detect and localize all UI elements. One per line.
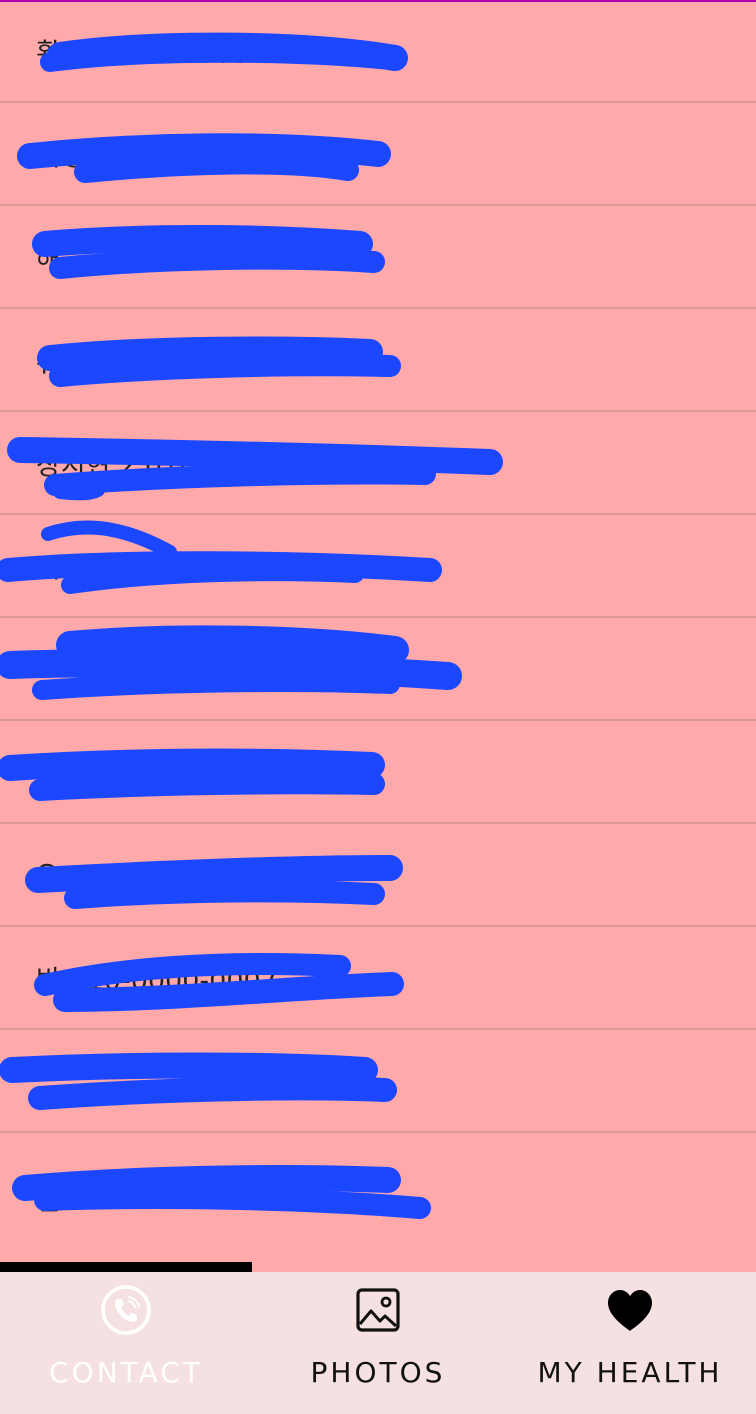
- contact-row[interactable]: 황지현 010-2000-0000: [0, 0, 756, 103]
- contact-name: 이 010-0000-7000: [36, 553, 278, 584]
- contact-name: 황지현 010-2000-0000: [36, 38, 328, 69]
- contact-row[interactable]: [0, 1030, 756, 1133]
- contact-name: 해: [36, 244, 61, 275]
- contact-name: 이정한 010-0000-0000: [36, 141, 328, 172]
- contact-row[interactable]: 반 010-0000-0007: [0, 927, 756, 1030]
- contact-row[interactable]: 장지현 2 010-2341-7000: [0, 412, 756, 515]
- contact-row[interactable]: 유주빈: [0, 309, 756, 412]
- tab-contact[interactable]: CONTACT: [0, 1272, 252, 1414]
- contact-row[interactable]: 이정한 010-0000-0000: [0, 103, 756, 206]
- contact-row[interactable]: 이 010-0000-7000: [0, 515, 756, 618]
- contact-row[interactable]: C: [0, 824, 756, 927]
- contact-list[interactable]: 황지현 010-2000-0000 이정한 010-0000-0000 해 유주…: [0, 0, 756, 1262]
- contact-name: 반 010-0000-0007: [36, 965, 278, 996]
- tab-photos[interactable]: PHOTOS: [252, 1272, 504, 1414]
- tab-contact-label: CONTACT: [49, 1356, 203, 1389]
- contact-row[interactable]: 김: [0, 1133, 756, 1262]
- contact-name: C: [36, 859, 55, 890]
- heart-icon: [608, 1290, 652, 1331]
- tab-my-health[interactable]: MY HEALTH: [504, 1272, 756, 1414]
- image-icon: [356, 1288, 400, 1332]
- bottom-tab-bar: CONTACT PHOTOS MY HEALTH: [0, 1272, 756, 1414]
- app-screen: 황지현 010-2000-0000 이정한 010-0000-0000 해 유주…: [0, 0, 756, 1414]
- contact-row[interactable]: [0, 721, 756, 824]
- tab-photos-label: PHOTOS: [310, 1356, 446, 1389]
- phone-icon: [101, 1285, 151, 1335]
- contact-name: 장지현 2 010-2341-7000: [36, 450, 354, 481]
- contact-name: 김: [36, 1185, 61, 1216]
- contact-row[interactable]: [0, 618, 756, 721]
- contact-row[interactable]: 해: [0, 206, 756, 309]
- contact-name: 유주빈: [36, 347, 111, 378]
- active-tab-indicator: [0, 1262, 252, 1272]
- tab-my-health-label: MY HEALTH: [537, 1356, 723, 1389]
